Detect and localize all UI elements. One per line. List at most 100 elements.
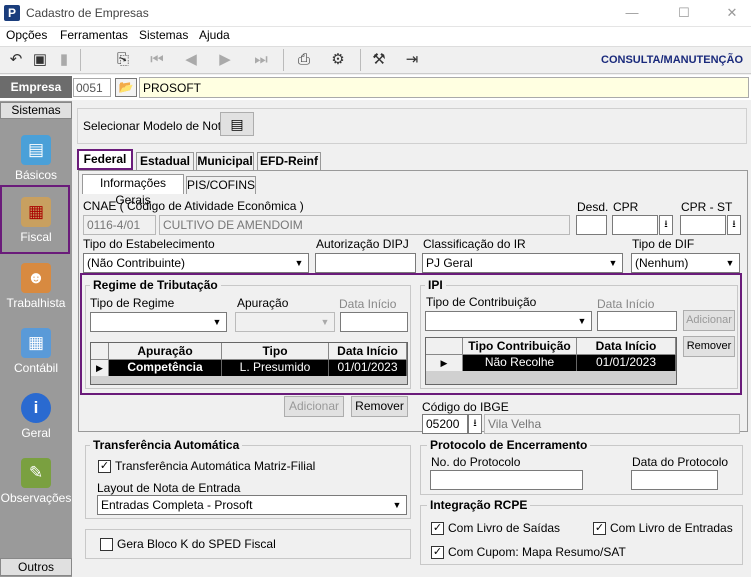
- pencil-note-icon: ✎: [21, 458, 51, 488]
- ipi-title: IPI: [425, 278, 446, 292]
- cnae-label: CNAE ( Código de Atividade Econômica ): [83, 199, 304, 213]
- grid-cell-tipo-contribuicao[interactable]: Não Recolhe: [463, 355, 577, 371]
- ipi-data-label: Data Início: [597, 297, 655, 311]
- tipo-regime-label: Tipo de Regime: [90, 296, 175, 310]
- worker-icon: ☻: [21, 263, 51, 293]
- bloco-k-checkbox[interactable]: [100, 538, 113, 551]
- ibge-city-field[interactable]: Vila Velha: [484, 414, 740, 434]
- undo-icon[interactable]: ↶: [5, 50, 27, 70]
- print-setup-icon[interactable]: ⚙: [327, 50, 349, 70]
- protocolo-num-field[interactable]: [430, 470, 583, 490]
- sidebar-item-fiscal[interactable]: ▦ Fiscal: [0, 193, 72, 259]
- desd-field[interactable]: [576, 215, 607, 235]
- menu-ajuda[interactable]: Ajuda: [199, 28, 230, 42]
- rcpe-entradas-checkbox[interactable]: ✓: [593, 522, 606, 535]
- layout-label: Layout de Nota de Entrada: [97, 481, 241, 495]
- sidebar-header[interactable]: Sistemas: [0, 102, 72, 119]
- tipo-estab-select[interactable]: (Não Contribuinte) ▼: [83, 253, 309, 273]
- aut-dipj-field[interactable]: [315, 253, 416, 273]
- protocolo-data-label: Data do Protocolo: [632, 455, 729, 469]
- grid-cell-tipo[interactable]: L. Presumido: [222, 360, 329, 376]
- grid-header-data[interactable]: Data Início: [577, 338, 676, 355]
- tab-municipal[interactable]: Municipal: [196, 152, 254, 170]
- sidebar-footer[interactable]: Outros: [0, 558, 72, 576]
- close-button[interactable]: ✕: [722, 4, 742, 22]
- exit-door-icon[interactable]: ⇥: [401, 50, 423, 70]
- apuracao-select[interactable]: ▼: [235, 312, 335, 332]
- cpr-st-lookup-button[interactable]: ⭳: [727, 215, 741, 235]
- subtab-informacoes-gerais[interactable]: Informações Gerais: [82, 174, 184, 207]
- tools-icon[interactable]: ⚒: [368, 50, 390, 70]
- toolbar-separator: [80, 49, 81, 71]
- grid-cell-apuracao[interactable]: Competência: [109, 360, 222, 376]
- regime-data-field[interactable]: [340, 312, 408, 332]
- menu-opcoes[interactable]: Opções: [6, 28, 47, 42]
- empresa-label[interactable]: Empresa: [0, 76, 72, 98]
- grid-corner: [426, 338, 463, 355]
- grid-header-apuracao[interactable]: Apuração: [109, 343, 222, 360]
- tab-efd-reinf[interactable]: EFD-Reinf: [257, 152, 321, 170]
- cnae-code-field[interactable]: 0116-4/01: [83, 215, 156, 235]
- subtab-pis-cofins[interactable]: PIS/COFINS: [186, 176, 256, 194]
- regime-title: Regime de Tributação: [90, 278, 221, 292]
- menu-ferramentas[interactable]: Ferramentas: [60, 28, 128, 42]
- tab-estadual[interactable]: Estadual: [136, 152, 194, 170]
- empresa-name-field[interactable]: PROSOFT: [139, 77, 749, 98]
- protocolo-data-field[interactable]: [631, 470, 718, 490]
- grid-header-data[interactable]: Data Início: [329, 343, 407, 360]
- notebook-icon: ▤: [21, 135, 51, 165]
- sidebar-item-trabalhista[interactable]: ☻ Trabalhista: [0, 259, 72, 325]
- chevron-down-icon: ▼: [605, 255, 621, 271]
- grid-empty-area: [426, 371, 676, 384]
- regime-remove-button[interactable]: Remover: [351, 396, 408, 417]
- empresa-code-field[interactable]: 0051: [73, 78, 111, 97]
- previous-record-icon[interactable]: ◀: [180, 50, 202, 70]
- select-model-button[interactable]: ▤: [220, 112, 254, 136]
- menu-sistemas[interactable]: Sistemas: [139, 28, 188, 42]
- tipo-contribuicao-select[interactable]: ▼: [425, 311, 592, 331]
- rcpe-cupom-checkbox[interactable]: ✓: [431, 546, 444, 559]
- cpr-st-label: CPR - ST: [681, 200, 733, 214]
- tipo-regime-select[interactable]: ▼: [90, 312, 227, 332]
- save-icon[interactable]: ▣: [29, 50, 51, 70]
- delete-icon[interactable]: ▮: [53, 50, 75, 70]
- tab-federal[interactable]: Federal: [77, 149, 133, 170]
- next-record-icon[interactable]: ▶: [214, 50, 236, 70]
- maximize-button[interactable]: ☐: [674, 4, 694, 22]
- ibge-label: Código do IBGE: [422, 400, 509, 414]
- sidebar-item-observacoes[interactable]: ✎ Observações: [0, 454, 72, 520]
- grid-cell-data[interactable]: 01/01/2023: [577, 355, 676, 371]
- ipi-data-field[interactable]: [597, 311, 677, 331]
- ipi-remove-button[interactable]: Remover: [683, 336, 735, 357]
- cpr-lookup-button[interactable]: ⭳: [659, 215, 673, 235]
- minimize-button[interactable]: —: [622, 4, 642, 22]
- search-document-icon[interactable]: ⎘: [112, 50, 134, 70]
- toolbar-separator: [283, 49, 284, 71]
- sidebar-item-geral[interactable]: i Geral: [0, 389, 72, 455]
- ibge-lookup-button[interactable]: ⭳: [468, 414, 482, 434]
- grid-header-tipo-contribuicao[interactable]: Tipo Contribuição: [463, 338, 577, 355]
- layout-select[interactable]: Entradas Completa - Prosoft ▼: [97, 495, 407, 515]
- last-record-icon[interactable]: ⏭: [250, 50, 272, 70]
- print-icon[interactable]: ⎙: [293, 50, 315, 70]
- tipo-dif-select[interactable]: (Nenhum) ▼: [631, 253, 740, 273]
- chevron-down-icon: ▼: [722, 255, 738, 271]
- class-ir-select[interactable]: PJ Geral ▼: [422, 253, 623, 273]
- grid-cell-data[interactable]: 01/01/2023: [329, 360, 407, 376]
- grid-header-tipo[interactable]: Tipo: [222, 343, 329, 360]
- cnae-description-field[interactable]: CULTIVO DE AMENDOIM: [159, 215, 570, 235]
- ipi-add-button[interactable]: Adicionar: [683, 310, 735, 331]
- sidebar-item-label: Contábil: [13, 361, 59, 375]
- cpr-field[interactable]: [612, 215, 658, 235]
- cpr-st-field[interactable]: [680, 215, 726, 235]
- first-record-icon[interactable]: ⏮: [146, 50, 168, 70]
- chevron-down-icon: ▼: [291, 255, 307, 271]
- sidebar-item-contabil[interactable]: ▦ Contábil: [0, 324, 72, 390]
- open-folder-icon[interactable]: 📂: [115, 78, 137, 97]
- ibge-code-field[interactable]: 05200: [422, 414, 468, 434]
- transf-checkbox[interactable]: ✓: [98, 460, 111, 473]
- rcpe-saidas-checkbox[interactable]: ✓: [431, 522, 444, 535]
- apuracao-label: Apuração: [237, 296, 289, 310]
- regime-add-button[interactable]: Adicionar: [284, 396, 344, 417]
- chevron-down-icon: ▼: [209, 314, 225, 330]
